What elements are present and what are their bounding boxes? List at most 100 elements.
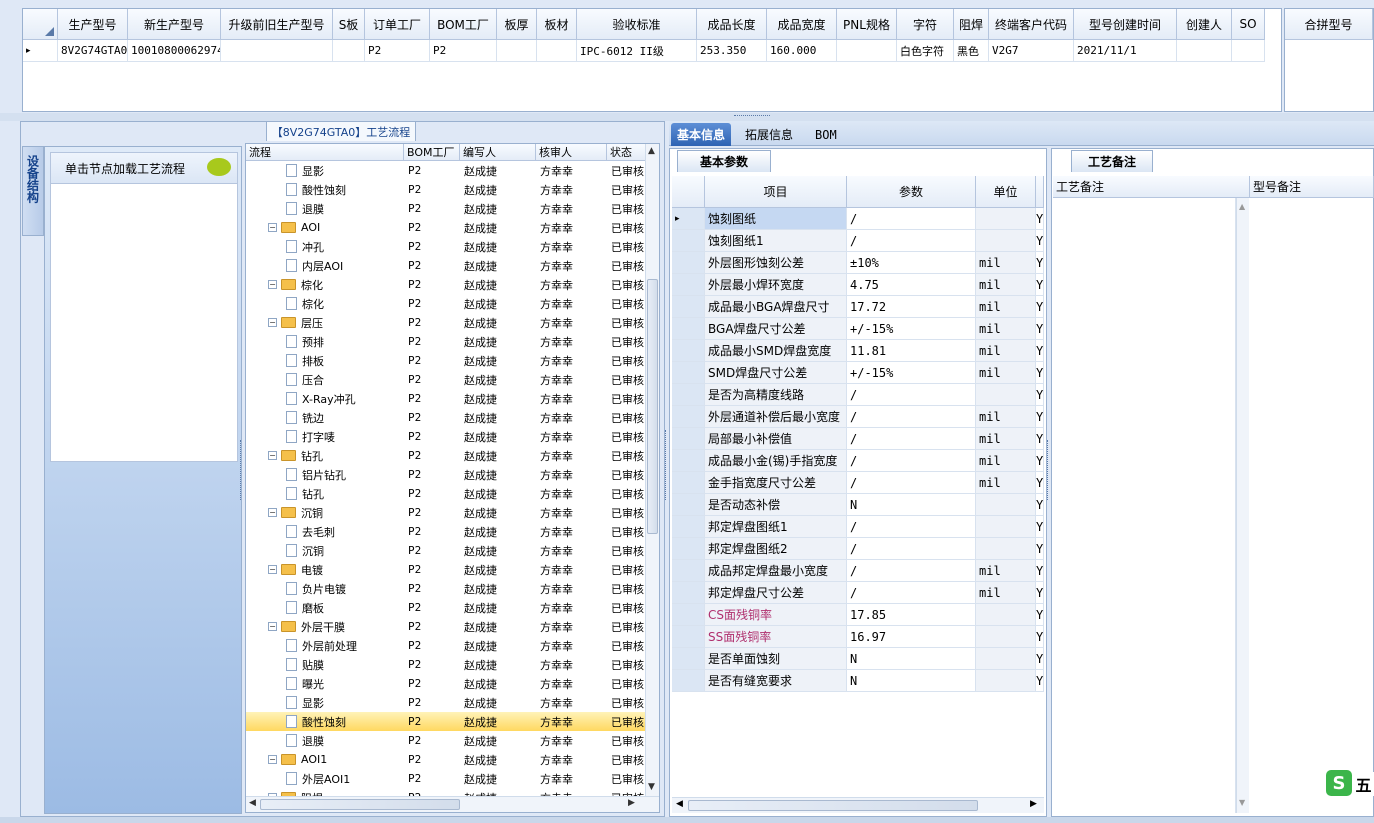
param-unit[interactable]: mil (976, 362, 1036, 384)
param-row[interactable]: 成品最小BGA焊盘尺寸 17.72 mil Y (672, 296, 1044, 318)
param-unit[interactable]: mil (976, 274, 1036, 296)
tree-row[interactable]: 显影 P2 赵成捷 方幸幸 已审核 (246, 693, 646, 712)
tree-row[interactable]: 磨板 P2 赵成捷 方幸幸 已审核 (246, 598, 646, 617)
collapse-icon[interactable]: − (268, 318, 277, 327)
param-item[interactable]: 蚀刻图纸1 (705, 230, 847, 252)
param-item[interactable]: 是否为高精度线路 (705, 384, 847, 406)
grid-col-header[interactable]: S板 (333, 9, 365, 40)
param-row[interactable]: ▸ 蚀刻图纸 / Y (672, 208, 1044, 230)
param-item[interactable]: 成品最小SMD焊盘宽度 (705, 340, 847, 362)
tree-row[interactable]: 铣边 P2 赵成捷 方幸幸 已审核 (246, 408, 646, 427)
param-unit[interactable] (976, 538, 1036, 560)
tree-row[interactable]: 负片电镀 P2 赵成捷 方幸幸 已审核 (246, 579, 646, 598)
tab-basic-info[interactable]: 基本信息 (671, 123, 732, 146)
tree-col-header[interactable]: 状态 (607, 144, 646, 161)
param-row[interactable]: 外层最小焊环宽度 4.75 mil Y (672, 274, 1044, 296)
param-row[interactable]: 局部最小补偿值 / mil Y (672, 428, 1044, 450)
param-unit[interactable]: mil (976, 406, 1036, 428)
tree-node[interactable]: − 外层干膜 (246, 617, 404, 636)
param-value[interactable]: N (847, 494, 976, 516)
grid-cell[interactable]: IPC-6012 II级 (577, 40, 697, 62)
grid-col-header[interactable]: 终端客户代码 (989, 9, 1074, 40)
tree-node[interactable]: − 钻孔 (246, 446, 404, 465)
param-item[interactable]: 成品最小金(锡)手指宽度 (705, 450, 847, 472)
param-row[interactable]: SMD焊盘尺寸公差 +/-15% mil Y (672, 362, 1044, 384)
param-item[interactable]: 是否动态补偿 (705, 494, 847, 516)
param-value[interactable]: / (847, 560, 976, 582)
grid-col-header[interactable]: 验收标准 (577, 9, 697, 40)
param-item[interactable]: 金手指宽度尺寸公差 (705, 472, 847, 494)
tree-horizontal-scrollbar[interactable]: ◀ ▶ (246, 796, 659, 812)
param-value[interactable]: / (847, 406, 976, 428)
process-notes-textarea[interactable] (1054, 198, 1236, 813)
scroll-down-icon[interactable]: ▼ (648, 782, 655, 792)
grid-col-header[interactable]: 新生产型号 (128, 9, 221, 40)
tree-node[interactable]: − 棕化 (246, 275, 404, 294)
splitter[interactable] (0, 113, 1374, 121)
param-row[interactable]: BGA焊盘尺寸公差 +/-15% mil Y (672, 318, 1044, 340)
param-unit[interactable] (976, 384, 1036, 406)
param-item[interactable]: SMD焊盘尺寸公差 (705, 362, 847, 384)
notes-vertical-scrollbar[interactable]: ▲ ▼ (1236, 198, 1249, 813)
param-item[interactable]: 蚀刻图纸 (705, 208, 847, 230)
tree-row[interactable]: −阻焊P2赵成捷方幸幸已审核 (246, 788, 646, 796)
param-item[interactable]: 是否有缝宽要求 (705, 670, 847, 692)
param-row[interactable]: 是否动态补偿 N Y (672, 494, 1044, 516)
param-item[interactable]: 邦定焊盘图纸1 (705, 516, 847, 538)
param-unit[interactable] (976, 208, 1036, 230)
tree-row[interactable]: 酸性蚀刻 P2 赵成捷 方幸幸 已审核 (246, 712, 646, 731)
tree-node[interactable]: 外层AOI1 (246, 769, 404, 788)
grid-col-header[interactable]: 成品宽度 (767, 9, 837, 40)
scroll-up-icon[interactable]: ▲ (648, 146, 655, 156)
grid-cell[interactable] (1232, 40, 1265, 62)
tree-node[interactable]: 负片电镀 (246, 579, 404, 598)
tree-node[interactable]: 预排 (246, 332, 404, 351)
param-item[interactable]: BGA焊盘尺寸公差 (705, 318, 847, 340)
param-unit[interactable]: mil (976, 340, 1036, 362)
grid-cell[interactable] (221, 40, 333, 62)
param-unit[interactable]: mil (976, 296, 1036, 318)
tree-row[interactable]: − 层压 P2 赵成捷 方幸幸 已审核 (246, 313, 646, 332)
collapse-icon[interactable]: − (268, 755, 277, 764)
tree-node[interactable]: 曝光 (246, 674, 404, 693)
tree-row[interactable]: − 钻孔 P2 赵成捷 方幸幸 已审核 (246, 446, 646, 465)
tree-node[interactable]: 退膜 (246, 199, 404, 218)
param-row[interactable]: 蚀刻图纸1/ Y (672, 230, 1044, 252)
param-value[interactable]: / (847, 582, 976, 604)
scroll-left-icon[interactable]: ◀ (676, 799, 683, 809)
param-value[interactable]: / (847, 208, 976, 230)
tree-node[interactable]: 去毛刺 (246, 522, 404, 541)
collapse-icon[interactable]: − (268, 622, 277, 631)
tree-row[interactable]: − 外层干膜 P2 赵成捷 方幸幸 已审核 (246, 617, 646, 636)
tree-row[interactable]: 压合 P2 赵成捷 方幸幸 已审核 (246, 370, 646, 389)
tree-row[interactable]: 棕化 P2 赵成捷 方幸幸 已审核 (246, 294, 646, 313)
grid-cell[interactable]: 2021/11/1 (1074, 40, 1177, 62)
param-item[interactable]: SS面残铜率 (705, 626, 847, 648)
grid-col-header[interactable]: 成品长度 (697, 9, 767, 40)
grid-cell[interactable]: 8V2G74GTA0 (58, 40, 128, 62)
param-row[interactable]: 邦定焊盘图纸2/ Y (672, 538, 1044, 560)
param-row[interactable]: SS面残铜率 16.97 Y (672, 626, 1044, 648)
param-row[interactable]: 外层图形蚀刻公差 ±10% mil Y (672, 252, 1044, 274)
scroll-left-icon[interactable]: ◀ (249, 798, 256, 808)
param-unit[interactable] (976, 494, 1036, 516)
tree-node[interactable]: 压合 (246, 370, 404, 389)
param-item[interactable]: 成品最小BGA焊盘尺寸 (705, 296, 847, 318)
param-unit[interactable]: mil (976, 582, 1036, 604)
grid-cell[interactable]: 黑色 (954, 40, 989, 62)
tree-node[interactable]: 沉铜 (246, 541, 404, 560)
param-value[interactable]: 17.72 (847, 296, 976, 318)
grid-cell[interactable]: V2G7 (989, 40, 1074, 62)
param-unit[interactable]: mil (976, 560, 1036, 582)
tree-row[interactable]: − 电镀 P2 赵成捷 方幸幸 已审核 (246, 560, 646, 579)
collapse-icon[interactable]: − (268, 280, 277, 289)
grid-cell[interactable]: P2 (430, 40, 497, 62)
param-value[interactable]: / (847, 230, 976, 252)
tab-extended-info[interactable]: 拓展信息 (739, 123, 799, 146)
tree-row[interactable]: X-Ray冲孔 P2 赵成捷 方幸幸 已审核 (246, 389, 646, 408)
tree-node[interactable]: − AOI (246, 218, 404, 237)
left-splitter-grip-icon[interactable] (240, 440, 244, 500)
tree-row[interactable]: 退膜 P2 赵成捷 方幸幸 已审核 (246, 731, 646, 750)
param-item[interactable]: 成品邦定焊盘最小宽度 (705, 560, 847, 582)
tree-row[interactable]: 外层AOI1 P2 赵成捷 方幸幸 已审核 (246, 769, 646, 788)
